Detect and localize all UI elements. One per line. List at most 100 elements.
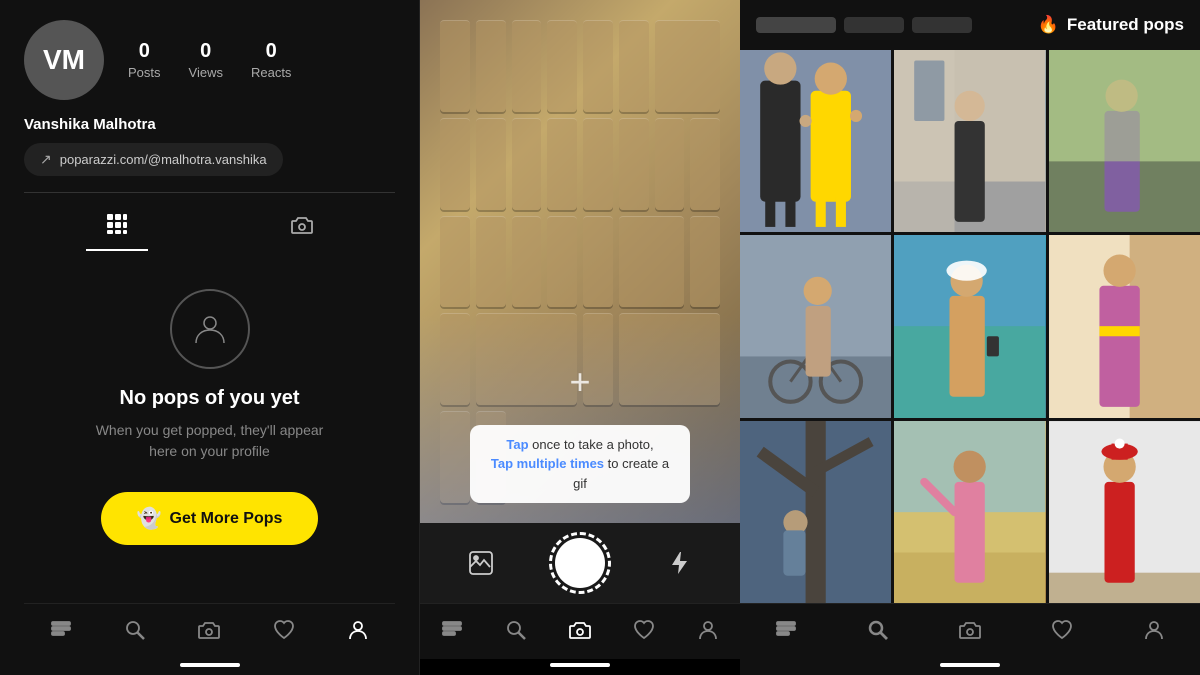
mid-nav-camera-button[interactable] [557, 613, 603, 647]
feed-icon [50, 619, 72, 641]
right-tab-2[interactable] [844, 17, 904, 33]
key-1 [440, 20, 470, 112]
key-8 [440, 118, 470, 210]
photo-cell-2[interactable] [894, 50, 1045, 232]
home-indicator-right [940, 663, 1000, 667]
profile-link[interactable]: ↗ poparazzi.com/@malhotra.vanshika [24, 143, 283, 176]
photo-cell-9[interactable] [1049, 421, 1200, 603]
grid-view-tab[interactable] [86, 205, 148, 251]
right-nav-likes-button[interactable] [1039, 613, 1085, 647]
key-19 [547, 216, 577, 308]
photo-cell-1[interactable] [740, 50, 891, 232]
right-tab-3[interactable] [912, 17, 972, 33]
featured-pops-section: 🔥 Featured pops [1038, 15, 1184, 35]
search-icon [124, 619, 146, 641]
photo-5-img [894, 235, 1045, 417]
mid-heart-icon [633, 619, 655, 641]
person-silhouette-icon [192, 311, 228, 347]
mid-camera-icon [569, 619, 591, 641]
nav-likes-button[interactable] [261, 613, 307, 647]
key-2 [476, 20, 506, 112]
home-indicator-left [180, 663, 240, 667]
key-18 [512, 216, 542, 308]
stats-container: 0 Posts 0 Views 0 Reacts [128, 40, 291, 80]
stat-posts: 0 Posts [128, 40, 161, 80]
right-nav-camera-button[interactable] [947, 613, 993, 647]
mid-person-icon [697, 619, 719, 641]
empty-state: No pops of you yet When you get popped, … [24, 271, 395, 603]
person-icon [347, 619, 369, 641]
flash-icon [666, 550, 692, 576]
right-nav-search-button[interactable] [855, 613, 901, 647]
right-header: 🔥 Featured pops [740, 0, 1200, 50]
mid-feed-icon [441, 619, 463, 641]
stat-reacts: 0 Reacts [251, 40, 291, 80]
featured-pops-title: Featured pops [1067, 15, 1184, 35]
photo-3-img [1049, 50, 1200, 232]
right-nav-profile-button[interactable] [1131, 613, 1177, 647]
right-person-icon [1143, 619, 1165, 641]
camera-view[interactable]: + Tap once to take a photo, Tap multiple… [420, 0, 740, 523]
gallery-button[interactable] [468, 550, 494, 576]
right-tab-1[interactable] [756, 17, 836, 33]
photo-cell-4[interactable] [740, 235, 891, 417]
left-bottom-nav [24, 603, 395, 659]
mid-nav-likes-button[interactable] [621, 613, 667, 647]
snapchat-icon: 👻 [137, 506, 162, 531]
photo-2-img [894, 50, 1045, 232]
photo-7-img [740, 421, 891, 603]
camera-view-tab[interactable] [271, 205, 333, 251]
mid-nav-feed-button[interactable] [429, 613, 475, 647]
right-search-icon [867, 619, 889, 641]
nav-feed-button[interactable] [38, 613, 84, 647]
key-9 [476, 118, 506, 210]
get-more-pops-button[interactable]: 👻 Get More Pops [101, 492, 319, 545]
key-13 [619, 118, 649, 210]
left-panel: VM 0 Posts 0 Views 0 Reacts Vanshika Mal… [0, 0, 420, 675]
photo-cell-7[interactable] [740, 421, 891, 603]
key-20 [583, 216, 613, 308]
mid-nav-search-button[interactable] [493, 613, 539, 647]
shutter-button[interactable] [549, 532, 611, 594]
empty-description: When you get popped, they'll appear here… [90, 420, 330, 462]
photos-grid [740, 50, 1200, 603]
key-10 [512, 118, 542, 210]
photo-6-img [1049, 235, 1200, 417]
photo-9-img [1049, 421, 1200, 603]
photo-cell-5[interactable] [894, 235, 1045, 417]
key-4 [547, 20, 577, 112]
key-15 [690, 118, 720, 210]
photo-cell-8[interactable] [894, 421, 1045, 603]
photo-1-img [740, 50, 891, 232]
avatar: VM [24, 20, 104, 100]
nav-camera-button[interactable] [186, 613, 232, 647]
camera-controls [420, 523, 740, 603]
right-header-tabs [756, 17, 972, 33]
heart-icon [273, 619, 295, 641]
nav-search-button[interactable] [112, 613, 158, 647]
key-22 [690, 216, 720, 308]
right-bottom-nav [740, 603, 1200, 659]
photo-cell-3[interactable] [1049, 50, 1200, 232]
flash-button[interactable] [666, 550, 692, 576]
mid-search-icon [505, 619, 527, 641]
username: Vanshika Malhotra [24, 116, 395, 133]
nav-profile-button[interactable] [335, 613, 381, 647]
key-3 [512, 20, 542, 112]
home-indicator-mid [550, 663, 610, 667]
view-tabs [24, 205, 395, 251]
key-11 [547, 118, 577, 210]
right-camera-icon [959, 619, 981, 641]
shutter-inner [555, 538, 605, 588]
photo-cell-6[interactable] [1049, 235, 1200, 417]
right-nav-feed-button[interactable] [763, 613, 809, 647]
key-17 [476, 216, 506, 308]
right-feed-icon [775, 619, 797, 641]
profile-header: VM 0 Posts 0 Views 0 Reacts [24, 20, 395, 100]
mid-nav-profile-button[interactable] [685, 613, 731, 647]
key-7 [655, 20, 721, 112]
gallery-icon [468, 550, 494, 576]
camera-panel: + Tap once to take a photo, Tap multiple… [420, 0, 740, 675]
add-photo-icon[interactable]: + [569, 361, 590, 403]
empty-title: No pops of you yet [120, 387, 300, 410]
